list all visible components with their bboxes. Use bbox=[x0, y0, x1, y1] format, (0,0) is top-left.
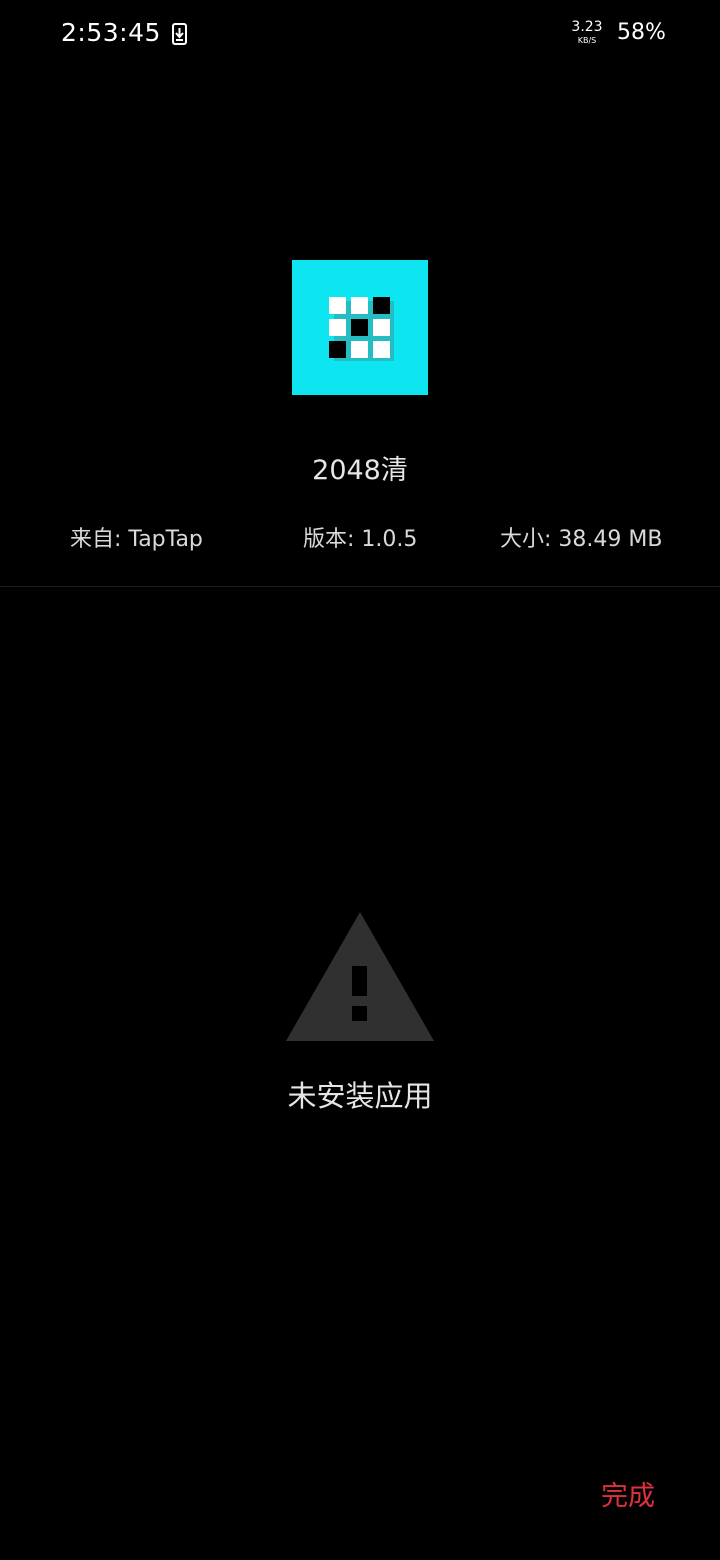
status-time: 2:53:45 bbox=[61, 18, 161, 47]
network-speed: 3.23 KB/S bbox=[567, 20, 607, 45]
app-size: 大小: 38.49 MB bbox=[500, 527, 663, 552]
divider bbox=[0, 586, 720, 587]
warning-triangle-icon bbox=[284, 910, 436, 1043]
app-source: 来自: TapTap bbox=[70, 527, 203, 552]
download-arrow-icon bbox=[172, 23, 187, 45]
done-button[interactable]: 完成 bbox=[590, 1470, 666, 1516]
app-icon bbox=[292, 260, 428, 395]
install-status-message: 未安装应用 bbox=[287, 1079, 433, 1113]
app-version: 版本: 1.0.5 bbox=[303, 527, 418, 552]
network-speed-value: 3.23 bbox=[571, 19, 603, 35]
status-bar: 2:53:45 3.23 KB/S 58% bbox=[0, 0, 720, 70]
network-speed-unit: KB/S bbox=[577, 36, 597, 45]
grid-tiles-app-icon bbox=[329, 297, 394, 361]
app-name: 2048清 bbox=[312, 455, 408, 486]
battery-level: 58% bbox=[617, 20, 666, 45]
app-meta-row: 来自: TapTap 版本: 1.0.5 大小: 38.49 MB bbox=[0, 521, 720, 555]
